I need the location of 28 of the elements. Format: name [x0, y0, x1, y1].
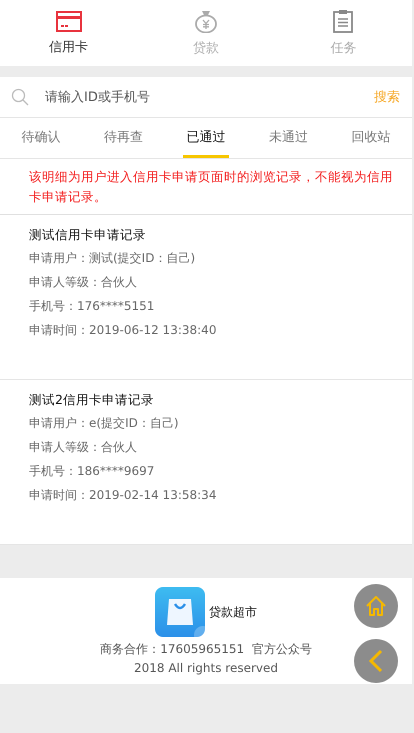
chevron-left-icon	[368, 649, 384, 673]
record-field: 申请时间：2019-02-14 13:58:34	[29, 483, 392, 507]
money-bag-icon	[194, 9, 217, 33]
record-field: 申请用户：e(提交ID：自己)	[29, 411, 392, 435]
credit-card-icon	[56, 10, 82, 32]
copyright-text: 2018 All rights reserved	[134, 661, 278, 675]
record-field: 申请人等级：合伙人	[29, 435, 392, 459]
clipboard-icon	[333, 9, 354, 33]
home-icon	[364, 594, 388, 618]
search-icon	[11, 88, 29, 106]
record-field: 申请用户：测试(提交ID：自己)	[29, 246, 392, 270]
contact-text: 商务合作：17605965151 官方公众号	[100, 641, 312, 658]
status-tab[interactable]: 待再查	[100, 118, 147, 158]
shopping-bag-logo-icon	[155, 587, 205, 637]
status-tab[interactable]: 未通过	[265, 118, 312, 158]
nav-tab[interactable]: 信用卡	[0, 0, 138, 66]
status-tab[interactable]: 回收站	[348, 118, 394, 158]
nav-tab[interactable]: 任务	[274, 0, 412, 66]
record-title: 测试2信用卡申请记录	[29, 392, 155, 408]
nav-tab[interactable]: 贷款	[137, 0, 275, 66]
status-tab[interactable]: 待确认	[18, 118, 64, 158]
record-field: 手机号：186****9697	[29, 459, 392, 483]
notice-text: 该明细为用户进入信用卡申请页面时的浏览记录，不能视为信用卡申请记录。	[0, 159, 412, 215]
record-title: 测试信用卡申请记录	[29, 227, 147, 243]
app-name: 贷款超市	[209, 604, 257, 620]
record-field: 申请时间：2019-06-12 13:38:40	[29, 318, 392, 342]
record-field: 手机号：176****5151	[29, 294, 392, 318]
record-field: 申请人等级：合伙人	[29, 270, 392, 294]
